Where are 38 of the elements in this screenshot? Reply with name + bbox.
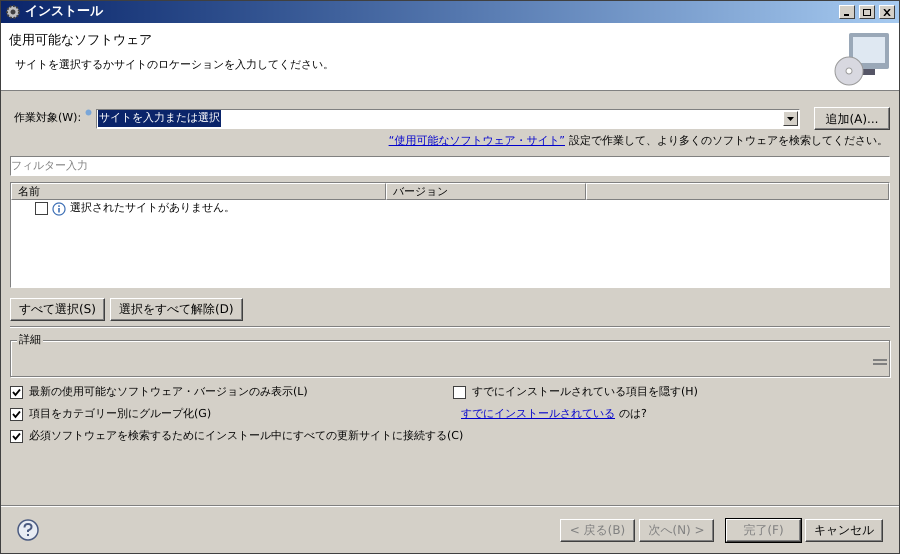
checkbox[interactable] xyxy=(10,386,23,398)
option-label: 最新の使用可能なソフトウェア・バージョンのみ表示(L) xyxy=(29,384,308,400)
checkbox[interactable] xyxy=(10,408,23,420)
window-title: インストール xyxy=(25,3,103,22)
selection-button[interactable]: 選択をすべて解除(D) xyxy=(110,298,243,320)
checkbox[interactable] xyxy=(35,202,48,215)
sites-hint-text: 設定で作業して、より多くのソフトウェアを検索してください。 xyxy=(569,133,888,149)
page-description: サイトを選択するかサイトのロケーションを入力してください。 xyxy=(14,56,335,72)
add-button[interactable]: 追加(A)... xyxy=(814,107,890,130)
combo-value: サイトを入力または選択 xyxy=(98,110,222,127)
site-combo-box[interactable]: サイトを入力または選択 xyxy=(96,108,800,128)
option-label: 必須ソフトウェアを検索するためにインストール中にすべての更新サイトに接続する(C) xyxy=(29,428,464,444)
option-label: すでにインストールされている項目を隠す(H) xyxy=(472,384,698,400)
option-label: 項目をカテゴリー別にグループ化(G) xyxy=(29,406,212,422)
minimize-button[interactable] xyxy=(839,5,855,19)
installed-link[interactable]: すでにインストールされている xyxy=(461,406,615,422)
page-title: 使用可能なソフトウェア xyxy=(9,32,153,50)
caret-icon xyxy=(787,116,794,120)
sash-icon xyxy=(873,358,887,366)
dialog-button[interactable]: キャンセル xyxy=(805,518,883,542)
table-cell-text: 選択されたサイトがありません。 xyxy=(70,200,235,216)
dropdown-button[interactable] xyxy=(783,111,798,126)
column-header[interactable]: バージョン xyxy=(386,182,586,200)
selection-button[interactable]: すべて選択(S) xyxy=(10,298,105,320)
checkbox[interactable] xyxy=(10,430,23,442)
work-with-label: 作業対象(W): xyxy=(13,110,82,126)
filter-field[interactable]: フィルター入力 xyxy=(10,156,890,176)
maximize-icon xyxy=(863,8,871,16)
available-sites-link[interactable]: “使用可能なソフトウェア・サイト” xyxy=(388,133,565,150)
installed-hint-text: のは? xyxy=(619,406,647,422)
close-icon xyxy=(883,8,891,16)
close-button[interactable] xyxy=(879,5,895,19)
column-header[interactable]: 名前 xyxy=(11,182,386,200)
computer-cd-icon xyxy=(833,31,891,87)
help-icon[interactable] xyxy=(17,519,39,541)
checkbox[interactable] xyxy=(453,386,466,398)
maximize-button[interactable] xyxy=(859,5,875,19)
gear-icon xyxy=(5,4,21,20)
